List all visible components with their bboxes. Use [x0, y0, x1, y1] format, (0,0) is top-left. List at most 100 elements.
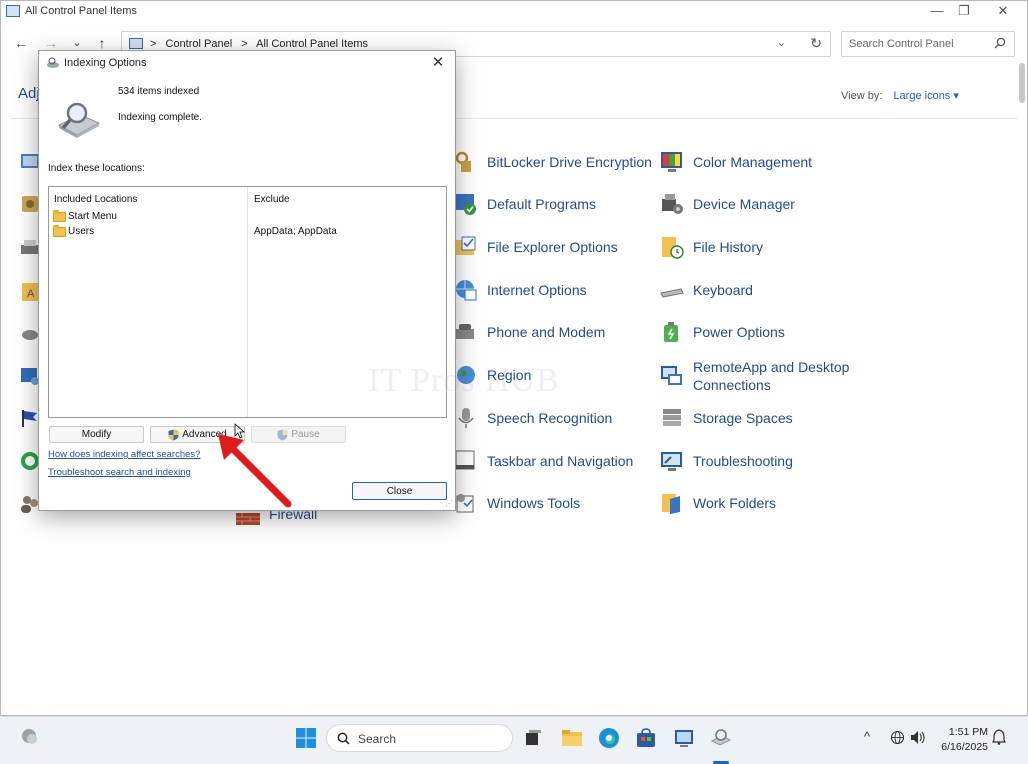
- included-locations-header: Included Locations: [54, 194, 138, 205]
- color-management-icon: [661, 152, 682, 172]
- remoteapp-icon: [661, 366, 682, 385]
- taskbar-search-label: Search: [358, 732, 397, 746]
- cp-item-label: Speech Recognition: [487, 410, 613, 426]
- resize-grip[interactable]: ⋰: [445, 499, 453, 508]
- bitlocker-icon: [455, 151, 471, 172]
- back-button[interactable]: ←: [11, 33, 31, 53]
- breadcrumb: > Control Panel > All Control Panel Item…: [150, 38, 374, 50]
- default-programs-icon: [456, 194, 476, 215]
- file-history-icon: [662, 237, 684, 259]
- cp-item-bitlocker[interactable]: BitLocker Drive Encryption: [453, 145, 652, 179]
- location-row[interactable]: Users: [53, 224, 95, 237]
- file-explorer-icon[interactable]: [561, 727, 583, 749]
- taskbar-navigation-icon: [455, 450, 475, 470]
- view-by-label: View by:: [841, 90, 883, 102]
- refresh-icon[interactable]: ↻: [810, 35, 822, 52]
- scrollbar[interactable]: [1019, 63, 1025, 103]
- close-label: Close: [386, 485, 413, 497]
- breadcrumb-all-items[interactable]: All Control Panel Items: [256, 38, 368, 50]
- cp-item-label: Work Folders: [693, 495, 776, 511]
- cp-item-label: Troubleshooting: [693, 453, 793, 469]
- close-button[interactable]: ✕: [985, 1, 1021, 23]
- file-explorer-options-icon: [456, 236, 476, 255]
- address-dropdown-icon[interactable]: ⌄: [777, 36, 786, 49]
- indexing-status: Indexing complete.: [118, 112, 202, 123]
- search-box[interactable]: Search Control Panel: [841, 31, 1015, 57]
- control-panel-icon: [6, 5, 20, 17]
- cp-item-speech-recognition[interactable]: Speech Recognition: [453, 401, 612, 435]
- phone-modem-icon: [456, 324, 474, 339]
- cp-item-device-manager[interactable]: Device Manager: [659, 187, 795, 221]
- items-indexed-count: 534 items indexed: [118, 86, 200, 97]
- indexing-options-taskbar-icon[interactable]: [710, 727, 732, 749]
- speech-recognition-icon: [458, 408, 474, 428]
- cp-item-label: BitLocker Drive Encryption: [487, 154, 652, 170]
- cp-item-phone-modem[interactable]: Phone and Modem: [453, 315, 605, 349]
- storage-spaces-icon: [663, 409, 681, 426]
- cp-item-internet-options[interactable]: Internet Options: [453, 273, 587, 307]
- cp-item-label: Power Options: [693, 324, 785, 340]
- index-locations-label: Index these locations:: [48, 163, 145, 174]
- search-placeholder: Search Control Panel: [849, 38, 954, 50]
- control-panel-taskbar-icon[interactable]: [673, 727, 695, 749]
- work-folders-icon: [662, 494, 680, 514]
- volume-icon[interactable]: [910, 730, 926, 745]
- language-globe-icon[interactable]: [890, 730, 905, 745]
- modify-button[interactable]: Modify: [49, 426, 144, 443]
- cp-item-label: Internet Options: [487, 282, 587, 298]
- page-heading: Adj: [18, 85, 40, 102]
- location-name: Start Menu: [68, 211, 117, 222]
- microsoft-store-icon[interactable]: [635, 727, 657, 749]
- cp-item-label: Keyboard: [693, 282, 753, 298]
- modify-label: Modify: [81, 429, 112, 440]
- cp-item-label: Windows Tools: [487, 495, 581, 511]
- cp-item-label: Storage Spaces: [693, 410, 793, 426]
- taskbar-search[interactable]: Search: [326, 724, 513, 752]
- dialog-close-icon[interactable]: ✕: [427, 53, 449, 73]
- cp-item-label: File History: [693, 239, 764, 255]
- view-by-dropdown[interactable]: Large icons ▾: [893, 90, 958, 102]
- cp-item-windows-tools[interactable]: Windows Tools: [453, 486, 580, 520]
- location-row[interactable]: Start Menu: [53, 209, 117, 222]
- restore-button[interactable]: ❐: [946, 1, 982, 23]
- breadcrumb-separator: >: [241, 38, 248, 50]
- internet-options-icon: [456, 280, 477, 301]
- cp-item-default-programs[interactable]: Default Programs: [453, 187, 596, 221]
- cp-item-label: Default Programs: [487, 196, 596, 212]
- close-dialog-button[interactable]: Close: [352, 482, 447, 500]
- breadcrumb-separator: >: [150, 38, 157, 50]
- cp-item-taskbar-navigation[interactable]: Taskbar and Navigation: [453, 444, 633, 478]
- location-name: Users: [68, 226, 95, 237]
- weather-icon[interactable]: [20, 727, 40, 747]
- folder-icon: [53, 209, 66, 222]
- cp-item-keyboard[interactable]: Keyboard: [659, 273, 753, 307]
- title-bar: All Control Panel Items — ❐ ✕: [1, 1, 1027, 23]
- cp-item-label: RemoteApp and Desktop Connections: [693, 359, 850, 393]
- cp-item-color-management[interactable]: Color Management: [659, 145, 812, 179]
- taskbar: Search ^ 1:51 PM 6/16/2025: [0, 716, 1028, 764]
- cp-item-power-options[interactable]: Power Options: [659, 315, 785, 349]
- start-button-icon[interactable]: [295, 727, 317, 749]
- task-view-icon[interactable]: [522, 727, 544, 749]
- indexing-magnifier-icon: [57, 102, 101, 138]
- system-clock[interactable]: 1:51 PM 6/16/2025: [936, 725, 988, 755]
- clock-date: 6/16/2025: [941, 741, 988, 753]
- cp-item-label: Color Management: [693, 154, 813, 170]
- cp-item-file-history[interactable]: File History: [659, 230, 763, 264]
- notification-bell-icon[interactable]: [992, 729, 1006, 745]
- cp-item-work-folders[interactable]: Work Folders: [659, 486, 776, 520]
- cp-item-remoteapp[interactable]: RemoteApp and Desktop Connections: [659, 358, 863, 394]
- watermark: IT Pros HUB: [368, 362, 560, 399]
- search-icon: [337, 732, 350, 745]
- keyboard-icon: [660, 288, 684, 298]
- cp-item-storage-spaces[interactable]: Storage Spaces: [659, 401, 793, 435]
- cp-item-label: Phone and Modem: [487, 324, 606, 340]
- troubleshoot-indexing-link[interactable]: Troubleshoot search and indexing: [48, 467, 191, 478]
- cp-item-file-explorer-options[interactable]: File Explorer Options: [453, 230, 618, 264]
- breadcrumb-control-panel[interactable]: Control Panel: [166, 38, 233, 50]
- cp-item-troubleshooting[interactable]: Troubleshooting: [659, 444, 793, 478]
- how-indexing-affects-link[interactable]: How does indexing affect searches?: [48, 449, 200, 460]
- show-hidden-icons-chevron[interactable]: ^: [864, 729, 870, 744]
- windows-tools-icon: [456, 494, 474, 513]
- edge-browser-icon[interactable]: [598, 727, 620, 749]
